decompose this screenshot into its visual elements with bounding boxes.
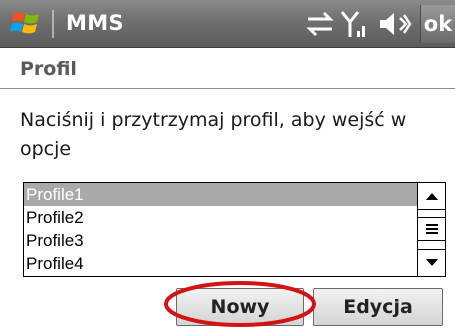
profile-list[interactable]: Profile1 Profile2 Profile3 Profile4 [23, 182, 446, 277]
new-button[interactable]: Nowy [176, 288, 304, 326]
scroll-up-button[interactable] [418, 183, 445, 210]
list-item[interactable]: Profile4 [24, 252, 417, 275]
arrow-up-icon [425, 193, 438, 200]
signal-icon[interactable] [340, 9, 368, 39]
section-divider [0, 88, 455, 89]
title-bar: MMS ok [0, 0, 455, 48]
list-item[interactable]: Profile1 [24, 183, 417, 206]
app-title: MMS [66, 11, 124, 35]
scrollbar[interactable] [417, 183, 445, 276]
ok-button[interactable]: ok [420, 5, 455, 43]
list-item[interactable]: Profile3 [24, 229, 417, 252]
scroll-thumb[interactable] [418, 217, 445, 241]
edit-button[interactable]: Edycja [313, 288, 443, 326]
connectivity-icon[interactable] [302, 9, 338, 39]
scroll-down-button[interactable] [418, 249, 445, 276]
instruction-text: Naciśnij i przytrzymaj profil, aby wejść… [20, 109, 407, 160]
list-item[interactable]: Profile2 [24, 206, 417, 229]
volume-icon[interactable] [376, 9, 412, 39]
section-title: Profil [20, 58, 77, 80]
arrow-down-icon [425, 259, 438, 266]
windows-start-icon[interactable] [10, 6, 44, 40]
title-separator [52, 10, 54, 38]
grip-icon [425, 224, 438, 234]
profile-list-items: Profile1 Profile2 Profile3 Profile4 [24, 183, 417, 276]
